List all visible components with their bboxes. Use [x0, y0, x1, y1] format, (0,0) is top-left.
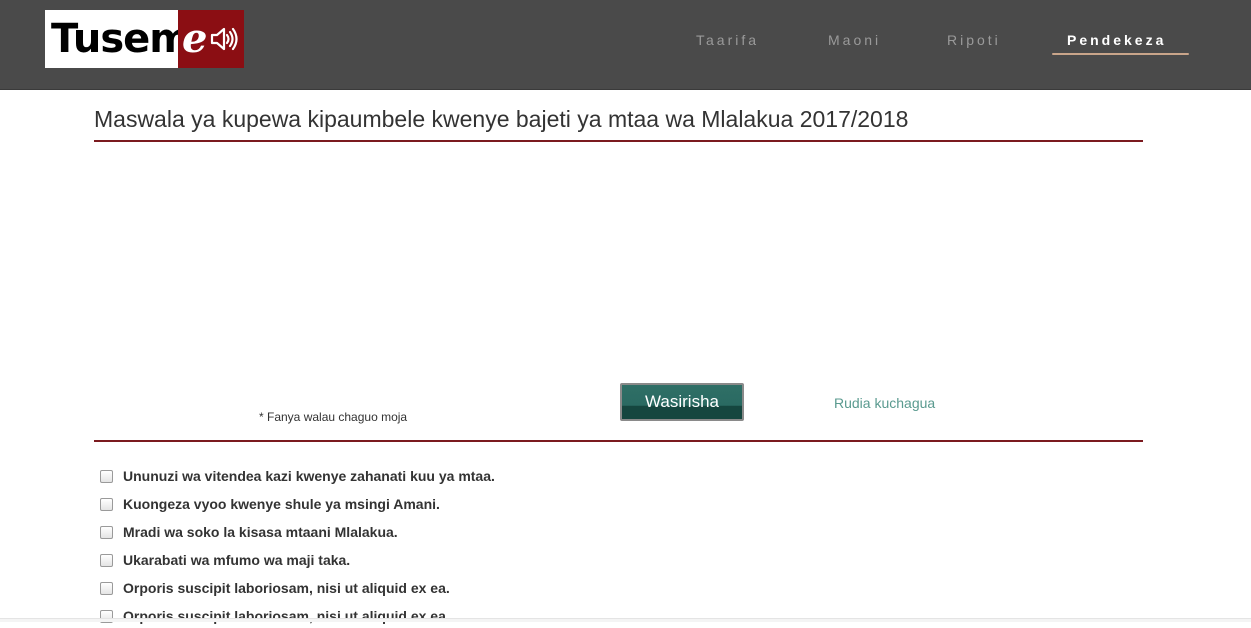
- form-divider: [94, 440, 1143, 442]
- nav-maoni[interactable]: Maoni: [828, 32, 881, 54]
- nav-ripoti[interactable]: Ripoti: [947, 32, 1001, 54]
- nav-taarifa[interactable]: Taarifa: [696, 32, 759, 54]
- speaker-icon: [210, 27, 238, 56]
- selection-hint: * Fanya walau chaguo moja: [259, 410, 408, 424]
- option-label: Kuongeza vyoo kwenye shule ya msingi Ama…: [123, 496, 440, 512]
- tuseme-logo[interactable]: Tusem e: [45, 10, 244, 68]
- logo-wordmark: Tusem: [51, 16, 191, 62]
- nav-pendekeza[interactable]: Pendekeza: [1067, 32, 1166, 54]
- option-label: Orporis suscipit laboriosam, nisi ut ali…: [123, 580, 450, 596]
- option-checkbox[interactable]: [100, 554, 113, 567]
- option-checkbox[interactable]: [100, 498, 113, 511]
- horizontal-scrollbar[interactable]: [0, 618, 1251, 622]
- logo-accent-letter: e: [182, 15, 208, 62]
- title-divider: [94, 140, 1143, 142]
- reset-selection-link[interactable]: Rudia kuchagua: [834, 395, 935, 411]
- option-checkbox[interactable]: [100, 526, 113, 539]
- active-nav-indicator: [1052, 53, 1189, 55]
- page-title: Maswala ya kupewa kipaumbele kwenye baje…: [94, 106, 909, 132]
- option-label: Mradi wa soko la kisasa mtaani Mlalakua.: [123, 524, 398, 540]
- option-label: Ununuzi wa vitendea kazi kwenye zahanati…: [123, 468, 495, 484]
- option-label: Ukarabati wa mfumo wa maji taka.: [123, 552, 351, 568]
- top-header: Tusem e Taarifa Maoni Ripoti Pendekeza: [0, 0, 1251, 90]
- option-checkbox[interactable]: [100, 470, 113, 483]
- submit-button[interactable]: Wasirisha: [620, 383, 744, 421]
- option-checkbox[interactable]: [100, 582, 113, 595]
